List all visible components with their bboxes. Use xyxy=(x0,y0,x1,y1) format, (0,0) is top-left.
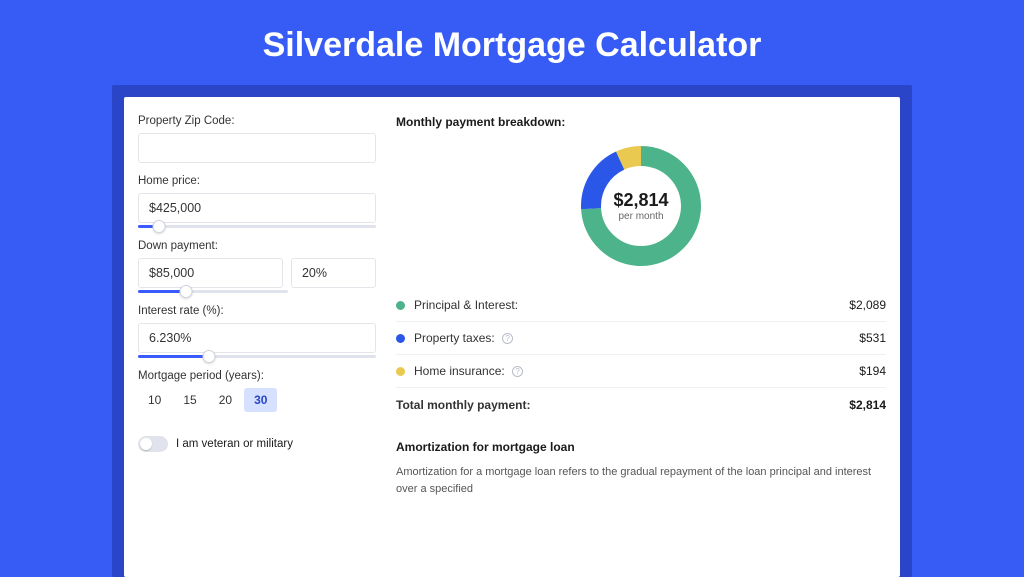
total-label: Total monthly payment: xyxy=(396,398,849,412)
home-price-slider[interactable] xyxy=(138,225,376,228)
legend-label-principal: Principal & Interest: xyxy=(414,298,849,312)
info-icon[interactable]: ? xyxy=(512,366,523,377)
down-payment-label: Down payment: xyxy=(138,240,376,252)
period-option-30[interactable]: 30 xyxy=(244,388,277,412)
breakdown-column: Monthly payment breakdown: $2,814 per mo… xyxy=(386,115,886,497)
legend-row-taxes: Property taxes: ? $531 xyxy=(396,322,886,355)
legend-dot-taxes xyxy=(396,334,405,343)
interest-rate-slider-thumb[interactable] xyxy=(203,350,216,363)
legend-row-total: Total monthly payment: $2,814 xyxy=(396,388,886,418)
zip-input[interactable] xyxy=(138,133,376,163)
legend-value-taxes: $531 xyxy=(859,331,886,345)
interest-rate-slider[interactable] xyxy=(138,355,376,358)
legend-label-insurance: Home insurance: ? xyxy=(414,364,859,378)
form-column: Property Zip Code: Home price: Down paym… xyxy=(138,115,386,497)
mortgage-period-label: Mortgage period (years): xyxy=(138,370,376,382)
zip-label: Property Zip Code: xyxy=(138,115,376,127)
down-payment-slider[interactable] xyxy=(138,290,288,293)
donut-total: $2,814 xyxy=(613,190,668,211)
interest-rate-input[interactable] xyxy=(138,323,376,353)
page-title: Silverdale Mortgage Calculator xyxy=(0,0,1024,85)
down-payment-amount-input[interactable] xyxy=(138,258,283,288)
legend: Principal & Interest: $2,089 Property ta… xyxy=(396,289,886,418)
total-value: $2,814 xyxy=(849,398,886,412)
legend-value-insurance: $194 xyxy=(859,364,886,378)
home-price-input[interactable] xyxy=(138,193,376,223)
home-price-label: Home price: xyxy=(138,175,376,187)
donut-chart: $2,814 per month xyxy=(578,143,704,269)
period-option-15[interactable]: 15 xyxy=(173,388,206,412)
interest-rate-label: Interest rate (%): xyxy=(138,305,376,317)
home-price-slider-thumb[interactable] xyxy=(153,220,166,233)
amortization-text: Amortization for a mortgage loan refers … xyxy=(396,464,886,497)
period-option-10[interactable]: 10 xyxy=(138,388,171,412)
legend-dot-principal xyxy=(396,301,405,310)
mortgage-period-group: 10 15 20 30 xyxy=(138,388,376,412)
amortization-section: Amortization for mortgage loan Amortizat… xyxy=(396,440,886,497)
legend-row-insurance: Home insurance: ? $194 xyxy=(396,355,886,388)
calculator-panel-wrap: Property Zip Code: Home price: Down paym… xyxy=(112,85,912,577)
period-option-20[interactable]: 20 xyxy=(209,388,242,412)
veteran-toggle[interactable] xyxy=(138,436,168,452)
calculator-panel: Property Zip Code: Home price: Down paym… xyxy=(124,97,900,577)
legend-value-principal: $2,089 xyxy=(849,298,886,312)
info-icon[interactable]: ? xyxy=(502,333,513,344)
donut-subtext: per month xyxy=(618,211,663,222)
down-payment-slider-thumb[interactable] xyxy=(179,285,192,298)
down-payment-pct-input[interactable] xyxy=(291,258,376,288)
legend-label-taxes: Property taxes: ? xyxy=(414,331,859,345)
legend-row-principal: Principal & Interest: $2,089 xyxy=(396,289,886,322)
donut-chart-wrap: $2,814 per month xyxy=(396,143,886,269)
veteran-label: I am veteran or military xyxy=(176,438,293,450)
breakdown-title: Monthly payment breakdown: xyxy=(396,115,886,129)
legend-text-insurance: Home insurance: xyxy=(414,364,505,378)
veteran-toggle-knob xyxy=(140,438,152,450)
legend-dot-insurance xyxy=(396,367,405,376)
amortization-title: Amortization for mortgage loan xyxy=(396,440,886,454)
legend-text-taxes: Property taxes: xyxy=(414,331,495,345)
